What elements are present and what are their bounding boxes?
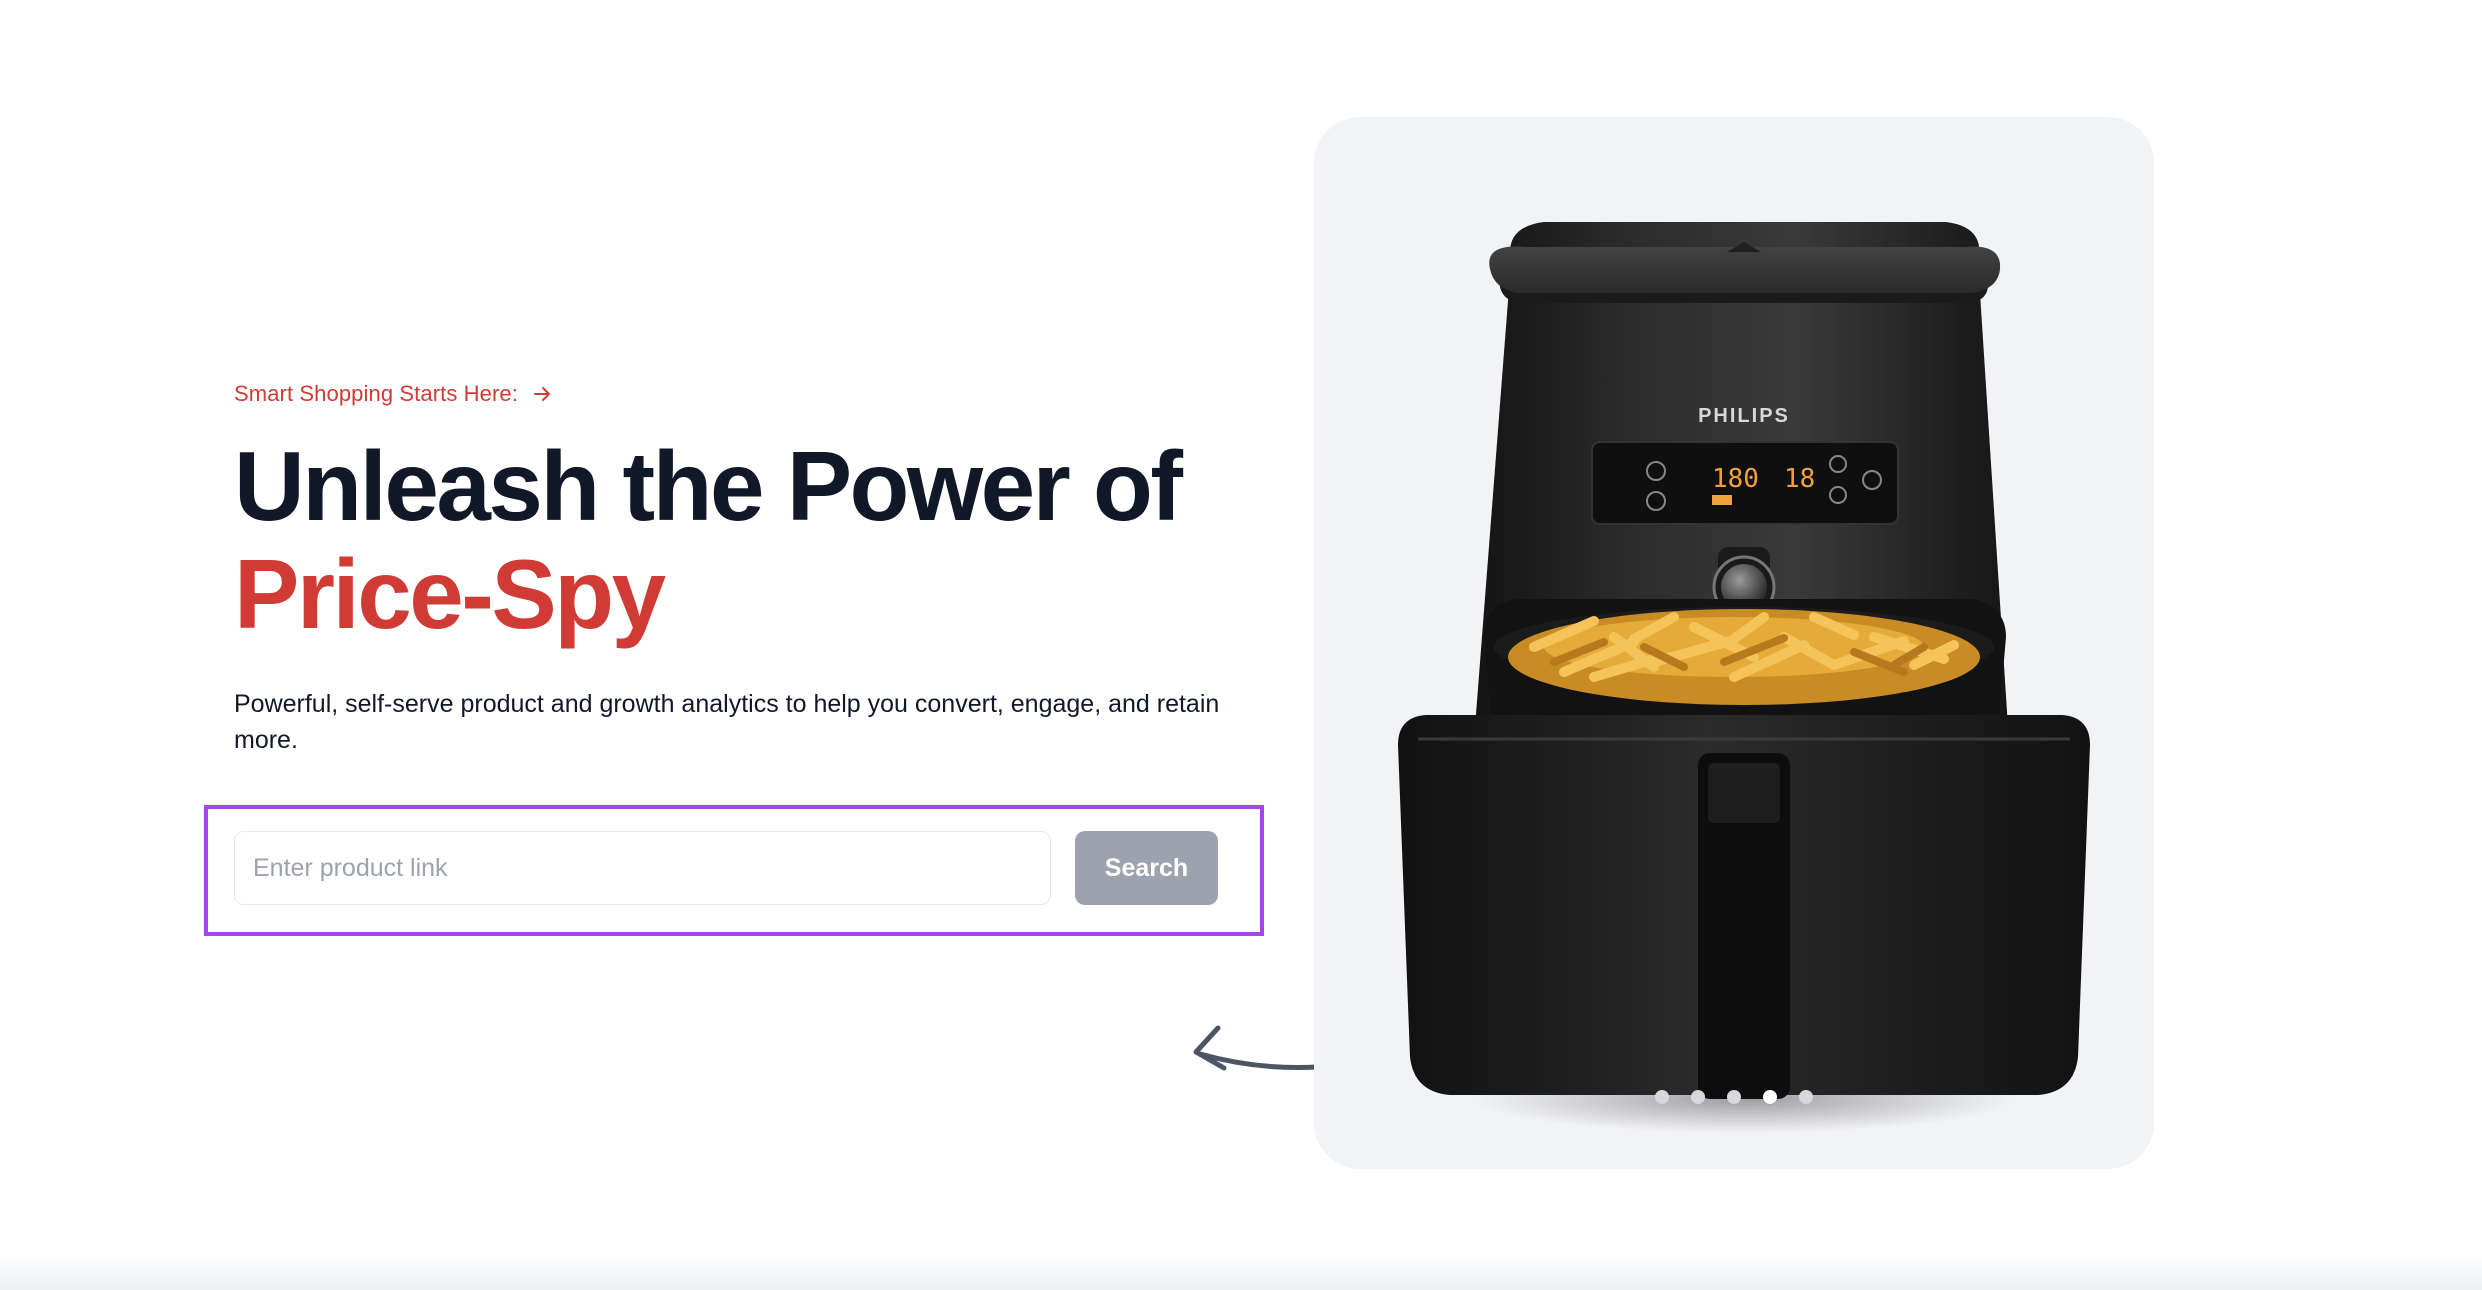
svg-text:PHILIPS: PHILIPS (1698, 405, 1790, 427)
product-card: PHILIPS 180 18 (1314, 117, 2154, 1169)
carousel-dot-5[interactable] (1799, 1090, 1813, 1104)
page-title: Unleash the Power of Price-Spy (234, 431, 1183, 649)
carousel-dot-4-active[interactable] (1763, 1090, 1777, 1104)
headline-brand: Price-Spy (234, 539, 666, 649)
product-link-input[interactable] (234, 831, 1051, 905)
carousel-dot-2[interactable] (1691, 1090, 1705, 1104)
search-button[interactable]: Search (1075, 831, 1218, 905)
carousel-dots (1314, 1090, 2154, 1104)
carousel-dot-3[interactable] (1727, 1090, 1741, 1104)
headline-line-1: Unleash the Power of (234, 431, 1183, 541)
bottom-edge-divider (0, 1252, 2482, 1290)
air-fryer-image: PHILIPS 180 18 (1398, 222, 2090, 1133)
svg-text:18: 18 (1784, 464, 1815, 494)
arrow-right-icon (533, 387, 550, 401)
eyebrow-link[interactable]: Smart Shopping Starts Here: (234, 381, 552, 407)
svg-text:180: 180 (1712, 464, 1759, 494)
eyebrow-text: Smart Shopping Starts Here: (234, 381, 518, 406)
fries (1508, 609, 1980, 705)
carousel-dot-1[interactable] (1655, 1090, 1669, 1104)
hero-description: Powerful, self-serve product and growth … (234, 690, 1220, 754)
